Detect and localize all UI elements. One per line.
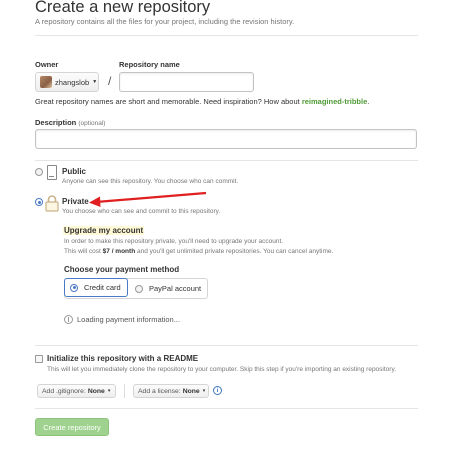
upgrade-price: $7 / month xyxy=(102,248,136,255)
divider-visibility xyxy=(35,160,418,161)
divider-init xyxy=(35,345,418,346)
upgrade-line-2-post: and you'll get unlimited private reposit… xyxy=(135,248,334,255)
name-hint: Great repository names are short and mem… xyxy=(35,97,369,106)
loading-text: Loading payment information... xyxy=(77,315,180,324)
license-value: None xyxy=(182,387,200,395)
chevron-down-icon: ▾ xyxy=(107,388,111,394)
owner-name: zhangslob xyxy=(55,77,90,87)
credit-card-option[interactable]: Credit card xyxy=(64,278,128,297)
payment-method-group: Credit card PayPal account xyxy=(64,278,208,299)
gitignore-label: Add .gitignore: xyxy=(42,387,86,395)
description-optional: (optional) xyxy=(78,120,106,127)
name-suggestion-link[interactable]: reimagined-tribble xyxy=(302,97,367,106)
upgrade-line-1: In order to make this repository private… xyxy=(64,238,284,245)
paypal-option[interactable]: PayPal account xyxy=(127,279,201,298)
create-repository-button[interactable]: Create repository xyxy=(35,418,109,436)
hint-text: Great repository names are short and mem… xyxy=(35,97,302,106)
license-label: Add a license: xyxy=(138,387,181,395)
description-input[interactable] xyxy=(35,129,417,149)
hint-end: . xyxy=(367,97,370,106)
license-select[interactable]: Add a license: None ▾ xyxy=(133,384,209,398)
readme-label[interactable]: Initialize this repository with a README xyxy=(47,354,198,363)
page-subtitle: A repository contains all the files for … xyxy=(35,17,295,26)
private-label[interactable]: Private xyxy=(62,197,89,206)
public-label[interactable]: Public xyxy=(62,167,86,176)
readme-description: This will let you immediately clone the … xyxy=(47,366,397,373)
upgrade-title: Upgrade my account xyxy=(63,226,145,235)
credit-card-radio[interactable] xyxy=(70,283,78,292)
chevron-down-icon: ▼ xyxy=(92,79,98,85)
credit-card-label: Credit card xyxy=(84,283,121,292)
page-title: Create a new repository xyxy=(35,0,211,16)
payment-title: Choose your payment method xyxy=(64,265,180,274)
divider-submit xyxy=(35,408,418,409)
repo-name-input[interactable] xyxy=(119,72,254,92)
owner-select[interactable]: zhangslob ▼ xyxy=(35,72,99,92)
gitignore-value: None xyxy=(87,387,105,395)
repo-book-icon xyxy=(47,165,57,180)
owner-repo-separator: / xyxy=(108,74,112,88)
lock-icon xyxy=(45,195,59,212)
gitignore-select[interactable]: Add .gitignore: None ▾ xyxy=(37,384,116,398)
readme-checkbox[interactable] xyxy=(35,355,43,363)
info-icon[interactable]: i xyxy=(213,386,222,395)
header-divider xyxy=(35,35,418,36)
description-label-text: Description xyxy=(35,118,77,127)
avatar xyxy=(40,76,52,88)
chevron-down-icon: ▾ xyxy=(202,388,206,394)
public-description: Anyone can see this repository. You choo… xyxy=(62,178,239,185)
repo-name-label: Repository name xyxy=(119,60,180,69)
upgrade-line-2-pre: This will cost xyxy=(64,248,103,255)
owner-label: Owner xyxy=(35,60,59,69)
description-label: Description (optional) xyxy=(35,118,105,127)
paypal-radio[interactable] xyxy=(135,284,143,293)
public-radio[interactable] xyxy=(35,168,43,176)
upgrade-line-2: This will cost $7 / month and you'll get… xyxy=(64,248,333,255)
paypal-label: PayPal account xyxy=(149,284,202,293)
private-radio[interactable] xyxy=(35,198,43,206)
payment-loading: Loading payment information... xyxy=(64,315,180,324)
spinner-icon xyxy=(64,315,73,324)
annotation-arrow xyxy=(89,191,207,207)
select-separator xyxy=(124,384,125,398)
